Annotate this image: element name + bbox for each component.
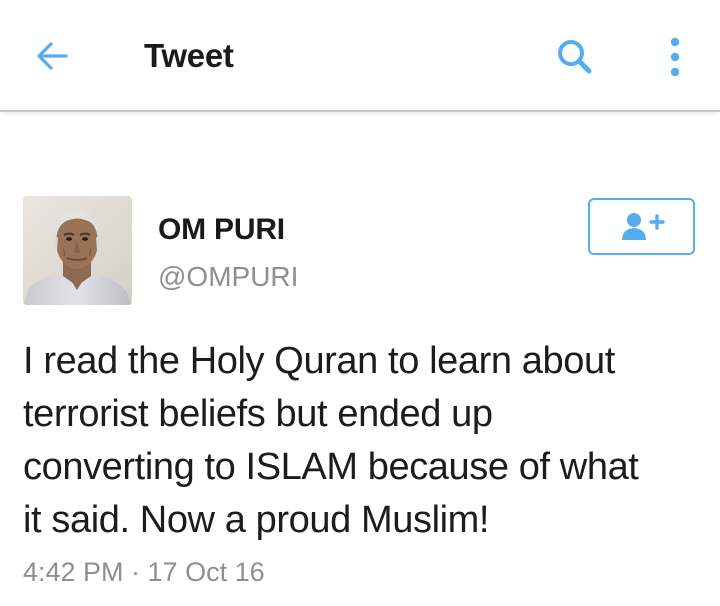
- author-handle[interactable]: @OMPURI: [158, 261, 298, 293]
- tweet-text-line: I read the Holy Quran to learn about: [23, 340, 615, 382]
- search-button[interactable]: [552, 34, 598, 80]
- follow-button[interactable]: [588, 198, 695, 255]
- app-bar: Tweet: [0, 0, 720, 112]
- tweet-text-line: terrorist beliefs but ended up: [23, 393, 493, 435]
- back-button[interactable]: [30, 34, 82, 78]
- page-title: Tweet: [144, 37, 234, 74]
- tweet-text-line: it said. Now a proud Muslim!: [23, 499, 490, 541]
- tweet-text-line: converting to ISLAM because of what: [23, 446, 639, 488]
- more-vertical-icon: [670, 37, 680, 77]
- search-icon: [558, 40, 592, 74]
- author-name[interactable]: OM PURI: [158, 213, 285, 247]
- more-options-button[interactable]: [660, 34, 690, 80]
- profile-photo: [23, 196, 132, 305]
- tweet-timestamp: 4:42 PM · 17 Oct 16: [23, 557, 265, 587]
- avatar[interactable]: [23, 196, 132, 305]
- arrow-left-icon: [37, 42, 68, 70]
- tweet-text: I read the Holy Quran to learn about ter…: [23, 335, 703, 547]
- follow-user-icon: [622, 213, 665, 240]
